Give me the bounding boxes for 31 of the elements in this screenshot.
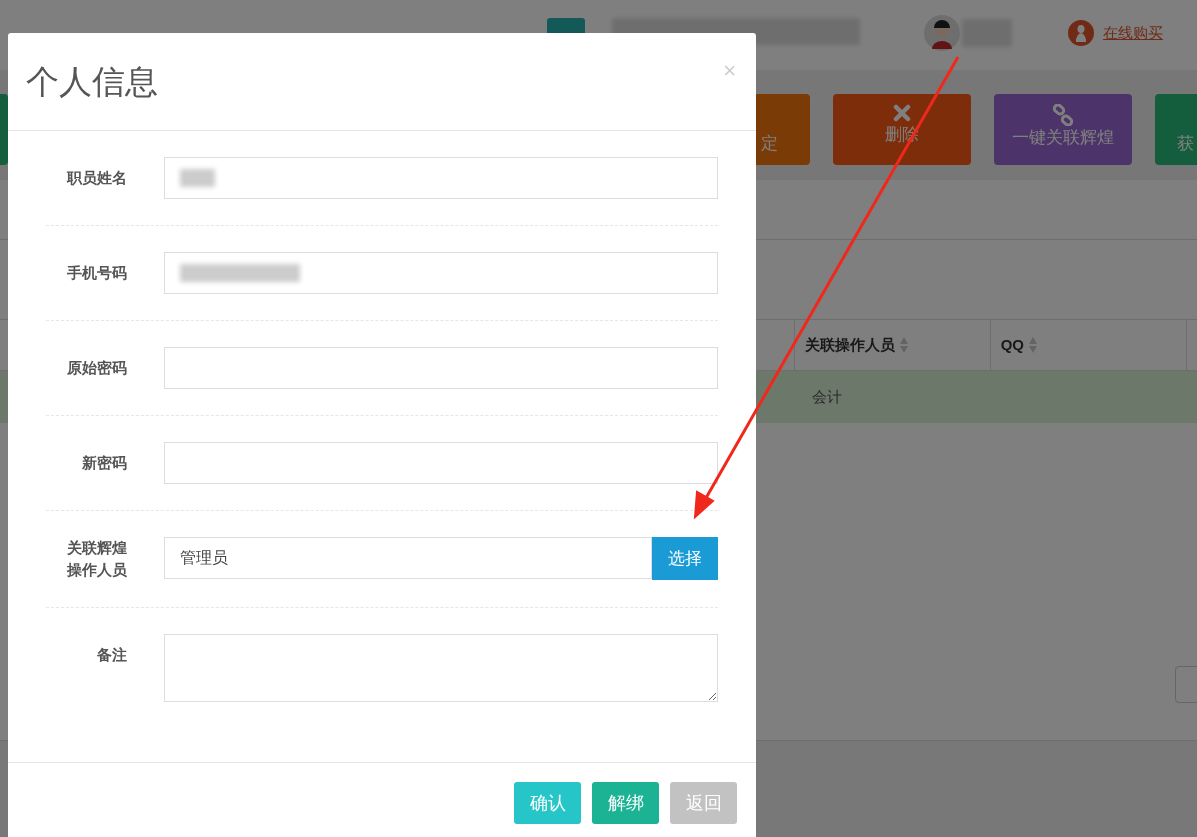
field-label: 关联辉煌操作人员 (67, 538, 127, 580)
avatar[interactable] (924, 15, 960, 51)
sort-icon[interactable] (1027, 336, 1038, 354)
buy-link[interactable]: 在线购买 (1103, 21, 1163, 45)
select-button[interactable]: 选择 (652, 537, 718, 580)
table-cell-text: 会计 (812, 386, 842, 407)
column-header[interactable]: QQ (989, 320, 1186, 370)
field-label: 备注 (96, 644, 127, 665)
field-label: 原始密码 (67, 358, 127, 379)
dialog-button[interactable]: 确认 (514, 782, 581, 824)
redacted-value (180, 169, 215, 187)
buy-icon[interactable] (1068, 20, 1094, 46)
column-header[interactable]: 关联操作人员 (794, 320, 990, 370)
dialog-button[interactable]: 解绑 (592, 782, 659, 824)
toolbar-button[interactable]: 一键关联辉煌 (994, 94, 1132, 165)
input-field[interactable]: 管理员 (164, 537, 652, 579)
toolbar-button[interactable] (0, 94, 8, 165)
input-field[interactable] (164, 252, 718, 294)
close-button[interactable]: × (723, 59, 736, 82)
input-field[interactable] (164, 442, 718, 484)
field-label: 手机号码 (67, 263, 127, 284)
dialog-title: 个人信息 (26, 61, 158, 102)
field-label: 职员姓名 (67, 168, 127, 189)
chain-icon (1052, 104, 1074, 126)
input-field[interactable] (164, 157, 718, 199)
sort-icon[interactable] (899, 336, 910, 354)
close-icon (893, 104, 911, 122)
toolbar-button[interactable]: 获 (1155, 94, 1197, 165)
text-area[interactable] (164, 633, 718, 702)
input-field[interactable] (164, 347, 718, 389)
field-label: 新密码 (81, 453, 127, 474)
